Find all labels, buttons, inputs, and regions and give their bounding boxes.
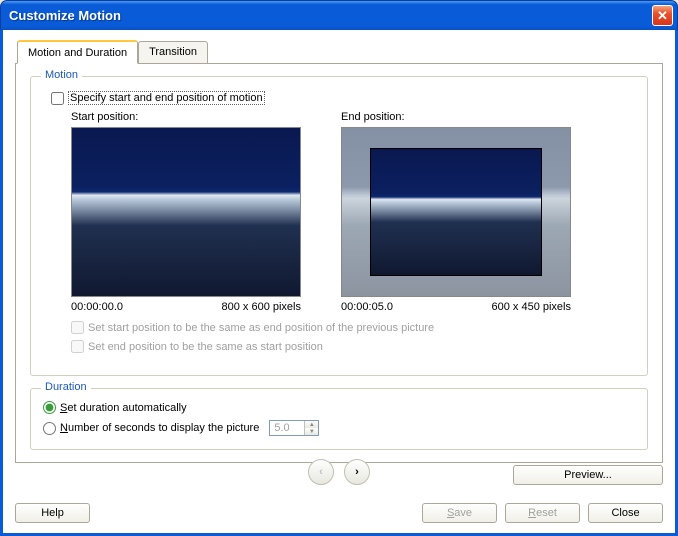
duration-fieldset: Duration Set duration automatically Numb… — [30, 388, 648, 450]
end-info: 00:00:05.0 600 x 450 pixels — [341, 301, 571, 313]
specify-checkbox[interactable] — [51, 92, 64, 105]
sub-checks: Set start position to be the same as end… — [71, 321, 635, 353]
window-title: Customize Motion — [9, 8, 652, 23]
preview-label: Preview... — [564, 469, 612, 481]
chevron-right-icon: › — [355, 466, 359, 478]
start-time: 00:00:00.0 — [71, 301, 123, 313]
tab-transition[interactable]: Transition — [138, 41, 208, 65]
start-position-label: Start position: — [71, 111, 321, 123]
end-position-col: End position: 00:00:05.0 600 x 450 pixel… — [341, 111, 591, 313]
reset-u: R — [528, 507, 536, 519]
end-same-label: Set end position to be the same as start… — [88, 341, 323, 353]
save-button: Save — [422, 503, 497, 523]
end-thumbnail — [341, 127, 571, 297]
radio-seconds[interactable] — [43, 422, 56, 435]
reset-button: Reset — [505, 503, 580, 523]
end-position-label: End position: — [341, 111, 591, 123]
end-size: 600 x 450 pixels — [492, 301, 572, 313]
radio-auto-row: Set duration automatically — [43, 401, 635, 414]
spinner-up-icon[interactable]: ▲ — [304, 421, 318, 428]
nav-buttons: ‹ › — [308, 459, 370, 485]
radio-seconds-row: Number of seconds to display the picture… — [43, 420, 635, 436]
titlebar: Customize Motion ✕ — [0, 0, 678, 30]
end-same-checkbox — [71, 340, 84, 353]
tab-motion-duration[interactable]: Motion and Duration — [17, 40, 138, 64]
radio-auto[interactable] — [43, 401, 56, 414]
reset-rest: eset — [536, 507, 557, 519]
end-time: 00:00:05.0 — [341, 301, 393, 313]
start-size: 800 x 600 pixels — [222, 301, 302, 313]
start-same-checkbox — [71, 321, 84, 334]
positions-row: Start position: 00:00:00.0 800 x 600 pix… — [71, 111, 635, 313]
bottom-buttons: Help Save Reset Close — [15, 503, 663, 523]
next-button[interactable]: › — [344, 459, 370, 485]
start-thumbnail — [71, 127, 301, 297]
end-thumbnail-inner — [370, 148, 542, 276]
dialog-body: Motion and Duration Transition Motion Sp… — [0, 30, 678, 536]
radio-auto-label: Set duration automatically — [60, 402, 187, 414]
tab-panel: Motion Specify start and end position of… — [15, 63, 663, 463]
end-same-row: Set end position to be the same as start… — [71, 340, 635, 353]
specify-label: Specify start and end position of motion — [68, 91, 265, 105]
start-position-col: Start position: 00:00:00.0 800 x 600 pix… — [71, 111, 321, 313]
close-label: Close — [611, 507, 639, 519]
help-button[interactable]: Help — [15, 503, 90, 523]
preview-button[interactable]: Preview... — [513, 465, 663, 485]
duration-legend: Duration — [41, 381, 91, 393]
tab-strip: Motion and Duration Transition — [17, 40, 663, 64]
start-same-label: Set start position to be the same as end… — [88, 322, 434, 334]
chevron-left-icon: ‹ — [319, 466, 323, 478]
help-label: Help — [41, 507, 64, 519]
spinner-down-icon[interactable]: ▼ — [304, 428, 318, 435]
start-info: 00:00:00.0 800 x 600 pixels — [71, 301, 301, 313]
specify-row: Specify start and end position of motion — [51, 91, 635, 105]
close-button[interactable]: Close — [588, 503, 663, 523]
radio-seconds-label: Number of seconds to display the picture — [60, 422, 259, 434]
motion-legend: Motion — [41, 69, 82, 81]
save-rest: ave — [454, 507, 472, 519]
motion-fieldset: Motion Specify start and end position of… — [30, 76, 648, 376]
prev-button: ‹ — [308, 459, 334, 485]
start-same-row: Set start position to be the same as end… — [71, 321, 635, 334]
seconds-spinner[interactable]: 5.0 ▲ ▼ — [269, 420, 319, 436]
close-icon[interactable]: ✕ — [652, 5, 673, 26]
